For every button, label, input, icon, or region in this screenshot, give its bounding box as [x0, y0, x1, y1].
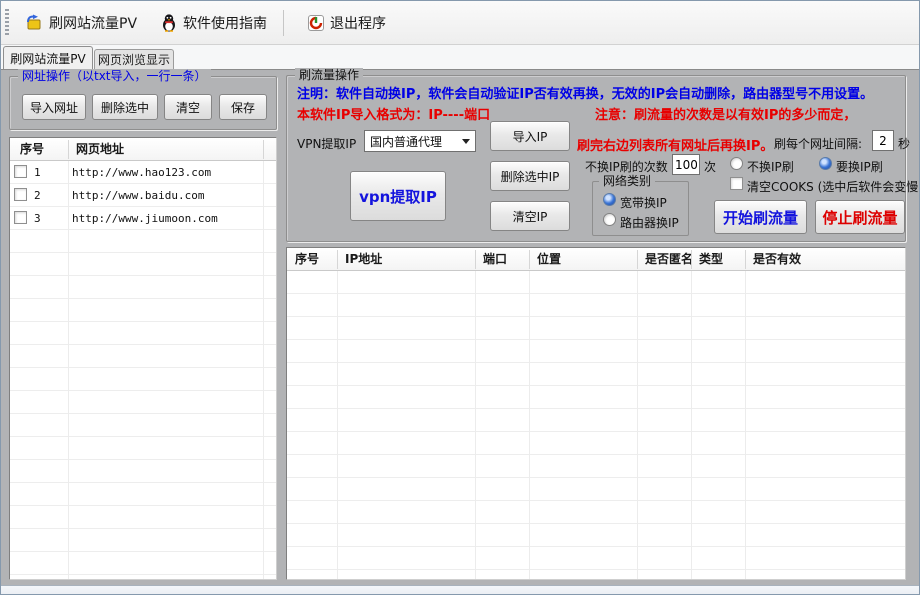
radio-router-switch-ip[interactable] — [603, 213, 616, 226]
url-operations-group-title: 网址操作（以txt导入，一行一条） — [18, 69, 211, 83]
radio-broadband-switch-ip[interactable] — [603, 193, 616, 206]
row-checkbox[interactable] — [14, 211, 27, 224]
vpn-extract-ip-button[interactable]: vpn提取IP — [350, 171, 446, 221]
note-traffic-count: 注意：刷流量的次数是以有效IP的多少而定， — [595, 104, 856, 123]
clear-urls-button[interactable]: 清空 — [164, 94, 212, 120]
url-table: 序号 网页地址 1 http://www.hao123.com 2 http:/… — [9, 137, 277, 580]
ip-table-header-location: 位置 — [529, 248, 637, 271]
traffic-operations-group: 刷流量操作 注明：软件自动换IP，软件会自动验证IP否有效再换，无效的IP会自动… — [286, 75, 906, 242]
row-checkbox[interactable] — [14, 165, 27, 178]
url-operations-group: 网址操作（以txt导入，一行一条） 导入网址 删除选中 清空 保存 — [9, 76, 277, 130]
interval-input[interactable] — [872, 130, 894, 151]
column-separator[interactable] — [263, 140, 264, 159]
note-auto-ip-switch: 注明：软件自动换IP，软件会自动验证IP否有效再换，无效的IP会自动删除，路由器… — [297, 83, 873, 102]
toolbar-item-exit[interactable]: 退出程序 — [300, 9, 394, 37]
row-url: http://www.hao123.com — [72, 161, 211, 184]
toolbar-item-traffic[interactable]: 刷网站流量PV — [17, 9, 145, 37]
column-gridline — [637, 271, 638, 579]
url-table-row[interactable]: 1 http://www.hao123.com — [10, 161, 276, 184]
toolbar-separator — [283, 10, 284, 36]
no-switch-times-input[interactable] — [672, 154, 700, 175]
toolbar: 刷网站流量PV 软件使用指南 — [1, 1, 919, 45]
radio-router-label[interactable]: 路由器换IP — [620, 214, 679, 231]
column-gridline — [337, 271, 338, 579]
vpn-extract-ip-label: VPN提取IP — [297, 135, 356, 152]
url-table-row[interactable]: 3 http://www.jiumoon.com — [10, 207, 276, 230]
network-type-group: 网络类别 宽带换IP 路由器换IP — [592, 181, 689, 236]
ip-table-header-ip: IP地址 — [337, 248, 475, 271]
no-switch-times-label: 不换IP刷的次数 — [585, 158, 668, 175]
import-urls-button[interactable]: 导入网址 — [22, 94, 86, 120]
row-checkbox[interactable] — [14, 188, 27, 201]
url-table-header: 序号 网页地址 — [10, 138, 276, 161]
traffic-operations-group-title: 刷流量操作 — [295, 68, 363, 82]
clear-cooks-label[interactable]: 清空COOKS (选中后软件会变慢) — [747, 178, 920, 195]
tab-label: 网页浏览显示 — [98, 51, 170, 68]
save-urls-button[interactable]: 保存 — [219, 94, 267, 120]
main-content: 网址操作（以txt导入，一行一条） 导入网址 删除选中 清空 保存 序号 网页地… — [1, 69, 919, 585]
no-switch-times-unit: 次 — [704, 158, 716, 175]
ip-table-header-valid: 是否有效 — [745, 248, 905, 271]
tab-bar: 刷网站流量PV 网页浏览显示 — [1, 45, 919, 69]
import-ip-button[interactable]: 导入IP — [490, 121, 570, 151]
stop-traffic-button[interactable]: 停止刷流量 — [815, 200, 905, 234]
delete-selected-ip-button[interactable]: 删除选中IP — [490, 161, 570, 191]
interval-label: 刷每个网址间隔: — [774, 135, 862, 152]
url-table-header-index: 序号 — [12, 138, 68, 161]
tab-traffic-pv[interactable]: 刷网站流量PV — [3, 46, 93, 69]
clear-cooks-checkbox[interactable] — [730, 177, 743, 190]
ip-table-body — [287, 271, 905, 579]
toolbar-item-guide[interactable]: 软件使用指南 — [153, 9, 275, 37]
clear-ip-button[interactable]: 清空IP — [490, 201, 570, 231]
radio-no-switch-ip[interactable] — [730, 157, 743, 170]
penguin-guide-icon — [161, 14, 177, 32]
exit-icon — [308, 15, 324, 31]
url-table-body: 1 http://www.hao123.com 2 http://www.bai… — [10, 161, 276, 579]
proxy-type-select[interactable]: 国内普通代理 — [364, 130, 476, 152]
radio-switch-ip-label[interactable]: 要换IP刷 — [836, 158, 883, 175]
toolbar-gripper[interactable] — [5, 9, 9, 37]
delete-selected-urls-button[interactable]: 删除选中 — [92, 94, 158, 120]
proxy-type-selected-value: 国内普通代理 — [370, 133, 442, 150]
tab-web-view[interactable]: 网页浏览显示 — [94, 49, 174, 69]
url-table-header-address: 网页地址 — [68, 138, 263, 161]
column-gridline — [475, 271, 476, 579]
ip-table-header-anonymous: 是否匿名 — [637, 248, 691, 271]
network-type-group-title: 网络类别 — [599, 174, 655, 188]
app-window: 刷网站流量PV 软件使用指南 — [0, 0, 920, 595]
row-index: 2 — [34, 184, 41, 207]
ip-table-header-type: 类型 — [691, 248, 745, 271]
radio-broadband-label[interactable]: 宽带换IP — [620, 194, 667, 211]
status-bar — [1, 585, 919, 595]
ip-table-header: 序号 IP地址 端口 位置 是否匿名 类型 是否有效 — [287, 248, 905, 271]
toolbar-item-label: 软件使用指南 — [183, 13, 267, 33]
interval-unit: 秒 — [898, 135, 910, 152]
note-switch-after-list: 刷完右边列表所有网址后再换IP。 — [577, 135, 773, 154]
toolbar-item-label: 退出程序 — [330, 13, 386, 33]
chevron-down-icon — [462, 139, 470, 144]
traffic-refresh-icon — [25, 14, 43, 31]
ip-table-header-port: 端口 — [475, 248, 529, 271]
row-index: 3 — [34, 207, 41, 230]
column-gridline — [745, 271, 746, 579]
row-index: 1 — [34, 161, 41, 184]
radio-switch-ip[interactable] — [819, 157, 832, 170]
start-traffic-button[interactable]: 开始刷流量 — [714, 200, 807, 234]
column-gridline — [691, 271, 692, 579]
note-ip-import-format: 本软件IP导入格式为：IP----端口 — [297, 104, 490, 123]
ip-table-header-index: 序号 — [287, 248, 337, 271]
ip-table: 序号 IP地址 端口 位置 是否匿名 类型 是否有效 — [286, 247, 906, 580]
column-gridline — [529, 271, 530, 579]
url-table-row[interactable]: 2 http://www.baidu.com — [10, 184, 276, 207]
radio-no-switch-ip-label[interactable]: 不换IP刷 — [747, 158, 794, 175]
toolbar-item-label: 刷网站流量PV — [49, 13, 137, 33]
tab-label: 刷网站流量PV — [10, 50, 85, 67]
row-url: http://www.baidu.com — [72, 184, 204, 207]
row-url: http://www.jiumoon.com — [72, 207, 218, 230]
